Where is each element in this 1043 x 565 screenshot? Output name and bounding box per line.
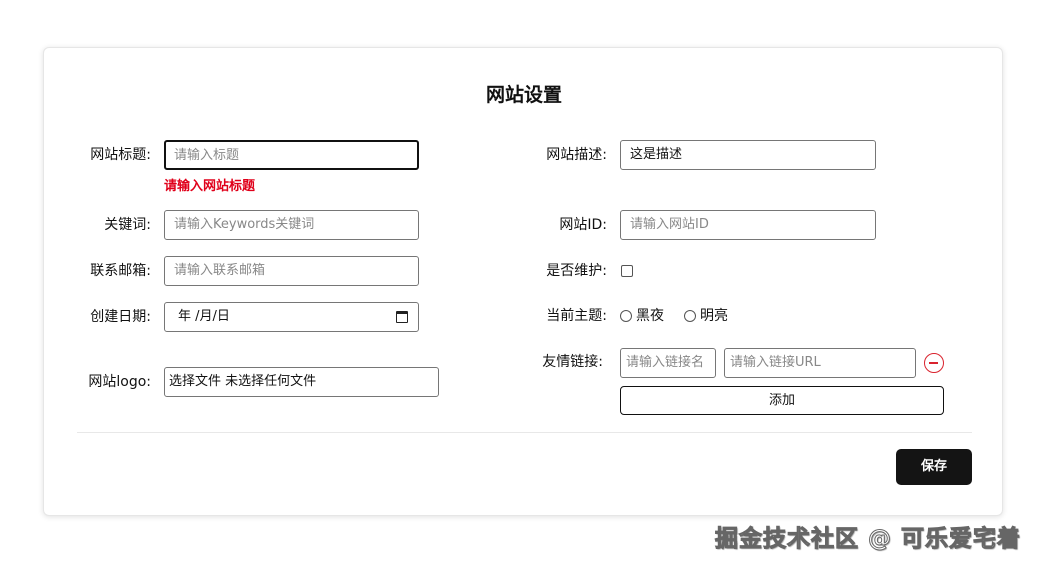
site-title-input[interactable]: 请输入标题 xyxy=(164,140,419,170)
link-url-input[interactable]: 请输入链接URL xyxy=(724,348,916,378)
links-label: 友情链接: xyxy=(542,354,603,370)
settings-card: 网站设置 网站标题: 请输入标题 请输入网站标题 关键词: 请输入Keyword… xyxy=(43,47,1003,516)
add-link-button[interactable]: 添加 xyxy=(620,386,944,415)
email-input[interactable]: 请输入联系邮箱 xyxy=(164,256,419,286)
email-label: 联系邮箱: xyxy=(90,263,151,279)
theme-radio-dark[interactable]: 黑夜 xyxy=(620,301,664,331)
site-id-input[interactable]: 请输入网站ID xyxy=(620,210,876,240)
date-value: 年 /月/日 xyxy=(178,309,230,324)
site-title-label: 网站标题: xyxy=(90,147,151,163)
maintenance-checkbox[interactable] xyxy=(621,265,633,277)
date-input[interactable]: 年 /月/日 xyxy=(164,302,419,332)
description-input[interactable]: 这是描述 xyxy=(620,140,876,170)
radio-label: 明亮 xyxy=(700,308,728,324)
date-label: 创建日期: xyxy=(90,309,151,325)
radio-label: 黑夜 xyxy=(636,308,664,324)
file-status: 未选择任何文件 xyxy=(225,374,317,389)
radio-icon[interactable] xyxy=(620,310,632,322)
save-button[interactable]: 保存 xyxy=(896,449,972,485)
divider xyxy=(77,432,972,433)
site-title-error: 请输入网站标题 xyxy=(164,179,256,194)
keywords-label: 关键词: xyxy=(104,217,151,233)
logo-label: 网站logo: xyxy=(88,374,151,390)
keywords-input[interactable]: 请输入Keywords关键词 xyxy=(164,210,419,240)
description-label: 网站描述: xyxy=(546,147,607,163)
maintenance-label: 是否维护: xyxy=(546,263,607,279)
site-id-label: 网站ID: xyxy=(559,217,607,233)
remove-link-icon[interactable] xyxy=(924,353,944,373)
theme-label: 当前主题: xyxy=(546,308,607,324)
watermark: 掘金技术社区 @ 可乐爱宅着 xyxy=(714,526,1022,553)
link-name-input[interactable]: 请输入链接名 xyxy=(620,348,716,378)
logo-file-input[interactable]: 选择文件 未选择任何文件 xyxy=(164,367,439,397)
radio-icon[interactable] xyxy=(684,310,696,322)
calendar-icon[interactable] xyxy=(396,311,408,323)
theme-radio-light[interactable]: 明亮 xyxy=(684,301,728,331)
page-title: 网站设置 xyxy=(485,84,562,106)
choose-file-button[interactable]: 选择文件 xyxy=(169,374,221,389)
